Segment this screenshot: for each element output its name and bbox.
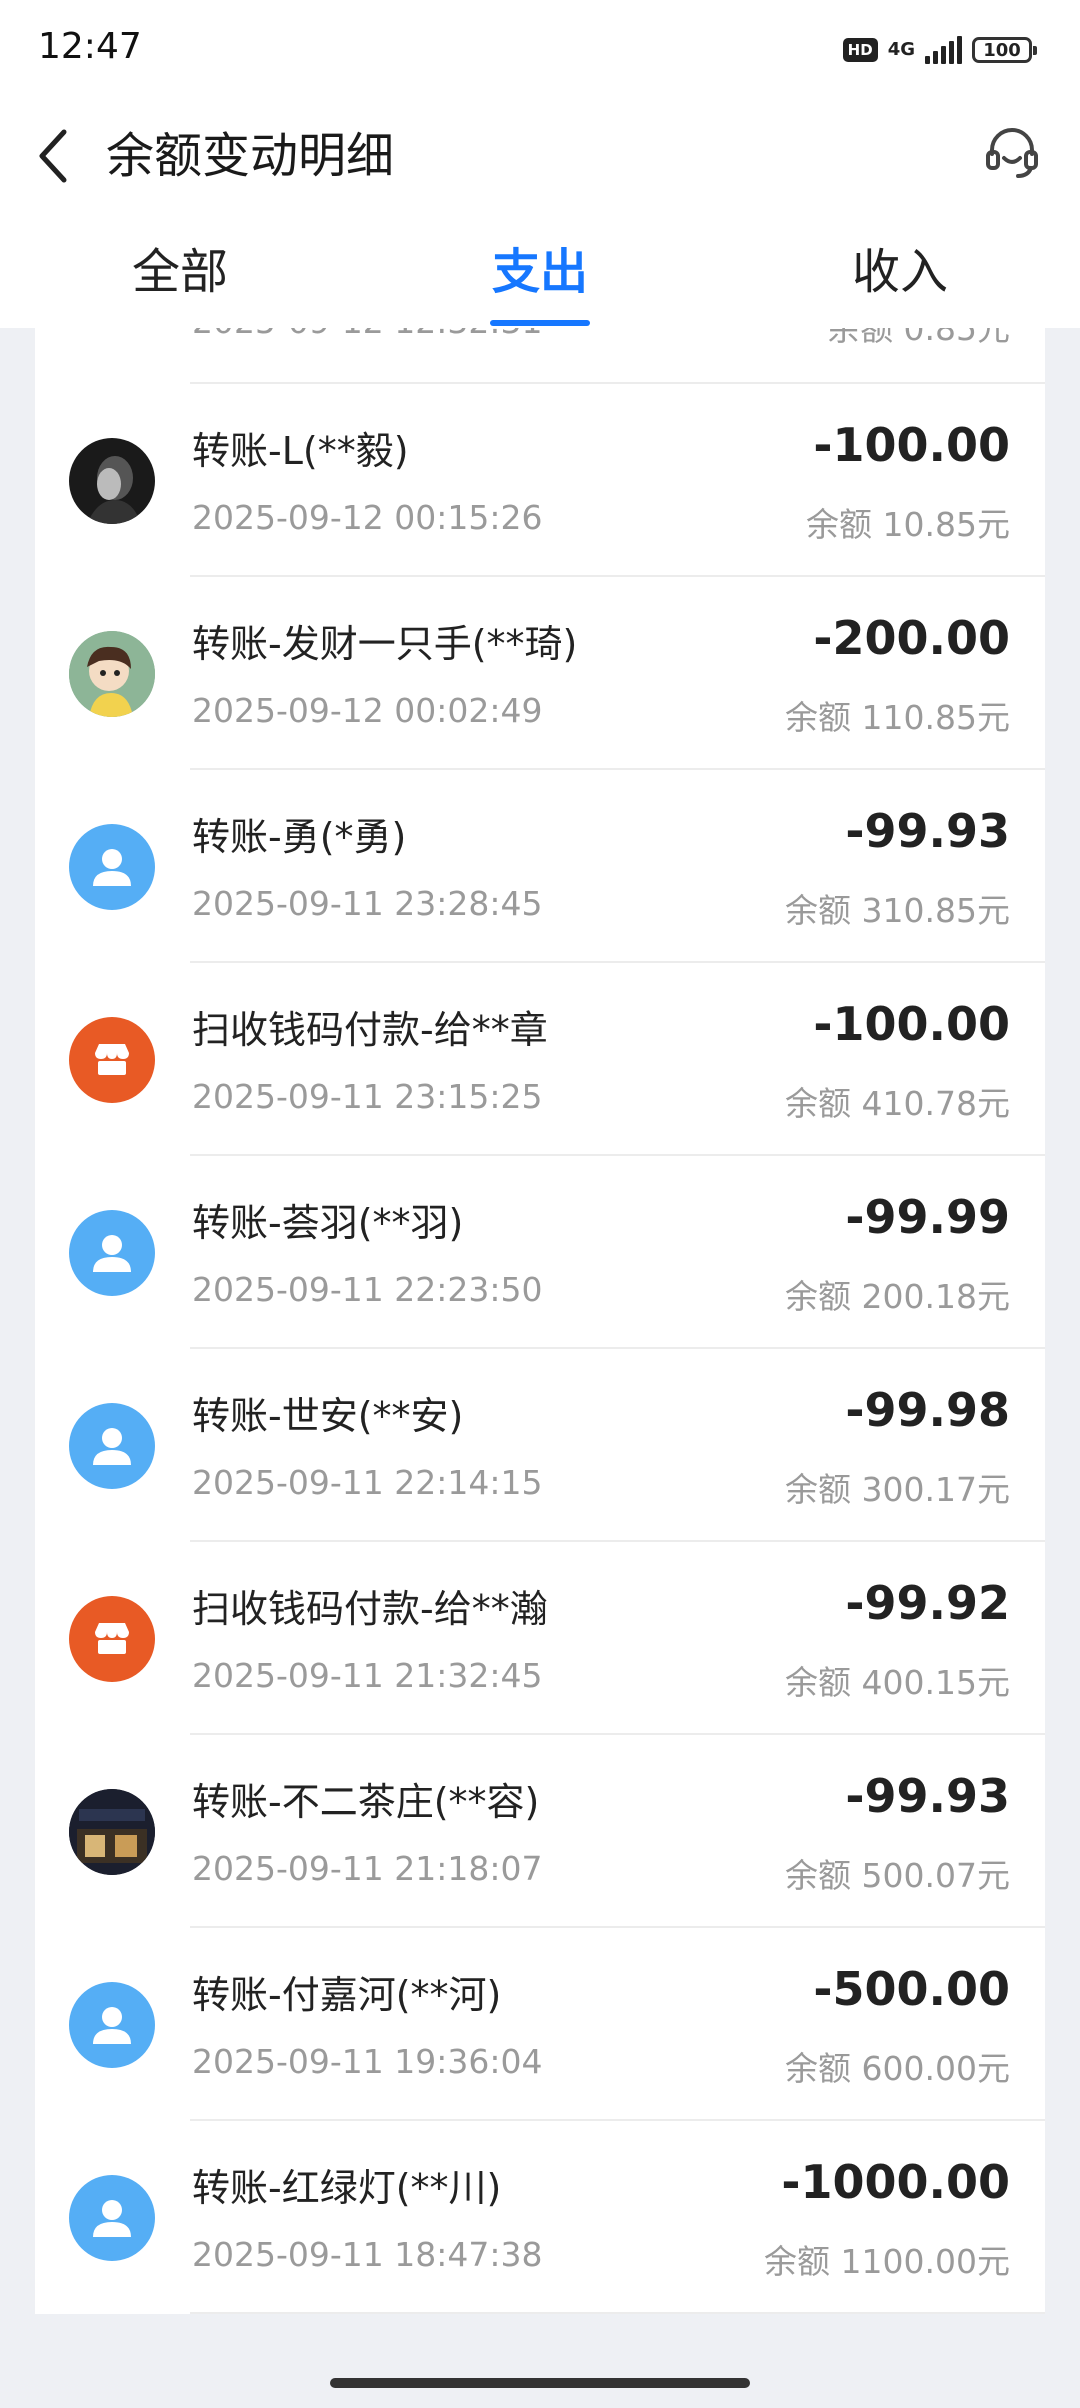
avatar [69, 2175, 155, 2261]
navigation-bar [0, 2360, 1080, 2408]
list-item-9[interactable]: 转账-付嘉河(**河) 2025-09-11 19:36:04 -500.00 … [35, 1928, 1045, 2121]
transaction-time: 2025-09-11 23:28:45 [192, 884, 543, 923]
transaction-balance: 余额 110.85元 [785, 698, 1010, 737]
transaction-time: 2025-09-11 21:32:45 [192, 1656, 543, 1695]
list-item-10[interactable]: 转账-红绿灯(**川) 2025-09-11 18:47:38 -1000.00… [35, 2121, 1045, 2314]
transaction-time: 2025-09-11 22:23:50 [192, 1270, 543, 1309]
transaction-time: 2025-09-11 18:47:38 [192, 2235, 543, 2274]
transaction-time: 2025-09-11 23:15:25 [192, 1077, 543, 1116]
person-icon [93, 2007, 131, 2044]
avatar [69, 1403, 155, 1489]
list-item-2[interactable]: 转账-发财一只手(**琦) 2025-09-12 00:02:49 -200.0… [35, 577, 1045, 770]
transaction-time: 2025-09-11 22:14:15 [192, 1463, 543, 1502]
person-icon [93, 1428, 131, 1465]
transaction-amount: -200.00 [813, 611, 1010, 665]
tab-expense[interactable]: 支出 [450, 216, 630, 328]
network-type: 4G [887, 39, 915, 60]
page-title: 余额变动明细 [106, 128, 395, 184]
transaction-title: 转账-勇(*勇) [192, 815, 407, 859]
transaction-title: 转账-L(**毅) [192, 429, 409, 473]
avatar [69, 1789, 155, 1875]
back-button[interactable] [28, 116, 78, 196]
transaction-balance: 余额 600.00元 [785, 2049, 1010, 2088]
transaction-list[interactable]: 2025-09-12 12:32:31 余额 0.85元 转账-L(**毅) 2… [0, 328, 1080, 2360]
chevron-left-icon [39, 129, 67, 183]
signal-icon [925, 36, 962, 64]
transaction-title: 转账-不二茶庄(**容) [192, 1780, 540, 1824]
hd-icon: HD [842, 38, 878, 62]
battery-icon: 100 [972, 37, 1037, 63]
transaction-balance: 余额 400.15元 [785, 1663, 1010, 1702]
transaction-balance: 余额 0.85元 [827, 328, 1010, 348]
transaction-title: 转账-红绿灯(**川) [192, 2166, 502, 2210]
transaction-time: 2025-09-12 12:32:31 [192, 328, 542, 341]
transaction-amount: -99.99 [845, 1190, 1010, 1244]
transaction-amount: -99.93 [845, 1769, 1010, 1823]
avatar [69, 1210, 155, 1296]
avatar [69, 1017, 155, 1103]
transaction-amount: -500.00 [813, 1962, 1010, 2016]
status-bar: 12:47 HD 4G 100 [0, 0, 1080, 96]
avatar [69, 1596, 155, 1682]
list-item-4[interactable]: 扫收钱码付款-给**章 2025-09-11 23:15:25 -100.00 … [35, 963, 1045, 1156]
status-time: 12:47 [38, 26, 142, 67]
shop-icon [95, 1623, 129, 1654]
transaction-balance: 余额 300.17元 [785, 1470, 1010, 1509]
transaction-title: 转账-发财一只手(**琦) [192, 622, 578, 666]
avatar [69, 1982, 155, 2068]
list-item-1[interactable]: 转账-L(**毅) 2025-09-12 00:15:26 -100.00 余额… [35, 384, 1045, 577]
list-item-7[interactable]: 扫收钱码付款-给**瀚 2025-09-11 21:32:45 -99.92 余… [35, 1542, 1045, 1735]
person-icon [93, 1235, 131, 1272]
avatar [69, 631, 155, 717]
transaction-time: 2025-09-12 00:02:49 [192, 691, 543, 730]
transaction-card: 2025-09-12 12:32:31 余额 0.85元 转账-L(**毅) 2… [35, 328, 1045, 2314]
list-item-5[interactable]: 转账-荟羽(**羽) 2025-09-11 22:23:50 -99.99 余额… [35, 1156, 1045, 1349]
home-indicator[interactable] [330, 2378, 750, 2388]
list-item-3[interactable]: 转账-勇(*勇) 2025-09-11 23:28:45 -99.93 余额 3… [35, 770, 1045, 963]
transaction-title: 转账-荟羽(**羽) [192, 1201, 464, 1245]
transaction-amount: -100.00 [813, 418, 1010, 472]
profile-photo [69, 631, 155, 717]
transaction-balance: 余额 200.18元 [785, 1277, 1010, 1316]
transaction-amount: -99.92 [845, 1576, 1010, 1630]
transaction-balance: 余额 500.07元 [785, 1856, 1010, 1895]
transaction-time: 2025-09-12 00:15:26 [192, 498, 543, 537]
transaction-amount: -100.00 [813, 997, 1010, 1051]
transaction-balance: 余额 10.85元 [806, 505, 1010, 544]
tab-income[interactable]: 收入 [810, 216, 990, 328]
transaction-time: 2025-09-11 21:18:07 [192, 1849, 543, 1888]
transaction-title: 扫收钱码付款-给**瀚 [192, 1587, 548, 1631]
customer-service-button[interactable] [974, 114, 1050, 190]
page-margin [1045, 328, 1080, 2360]
tab-all[interactable]: 全部 [90, 216, 270, 328]
header: 余额变动明细 [0, 96, 1080, 216]
shop-icon [95, 1044, 129, 1075]
transaction-amount: -99.98 [845, 1383, 1010, 1437]
transaction-time: 2025-09-11 19:36:04 [192, 2042, 543, 2081]
transaction-balance: 余额 310.85元 [785, 891, 1010, 930]
transaction-title: 转账-付嘉河(**河) [192, 1973, 502, 2017]
transaction-title: 转账-世安(**安) [192, 1394, 464, 1438]
transaction-amount: -1000.00 [781, 2155, 1010, 2209]
transaction-amount: -99.93 [845, 804, 1010, 858]
transaction-balance: 余额 410.78元 [785, 1084, 1010, 1123]
tab-active-indicator [490, 320, 590, 326]
profile-photo [87, 456, 141, 524]
list-item-partial[interactable]: 2025-09-12 12:32:31 余额 0.85元 [35, 328, 1045, 384]
transaction-balance: 余额 1100.00元 [764, 2242, 1010, 2281]
divider [190, 2312, 1045, 2314]
person-icon [93, 849, 131, 886]
person-icon [93, 2200, 131, 2237]
avatar [69, 824, 155, 910]
tab-bar: 全部 支出 收入 [0, 216, 1080, 328]
avatar [69, 438, 155, 524]
list-item-6[interactable]: 转账-世安(**安) 2025-09-11 22:14:15 -99.98 余额… [35, 1349, 1045, 1542]
list-item-8[interactable]: 转账-不二茶庄(**容) 2025-09-11 21:18:07 -99.93 … [35, 1735, 1045, 1928]
status-icons: HD 4G 100 [842, 32, 1037, 68]
battery-level: 100 [983, 39, 1021, 61]
transaction-title: 扫收钱码付款-给**章 [192, 1008, 548, 1052]
profile-photo [69, 1789, 155, 1875]
headset-icon [986, 128, 1038, 178]
